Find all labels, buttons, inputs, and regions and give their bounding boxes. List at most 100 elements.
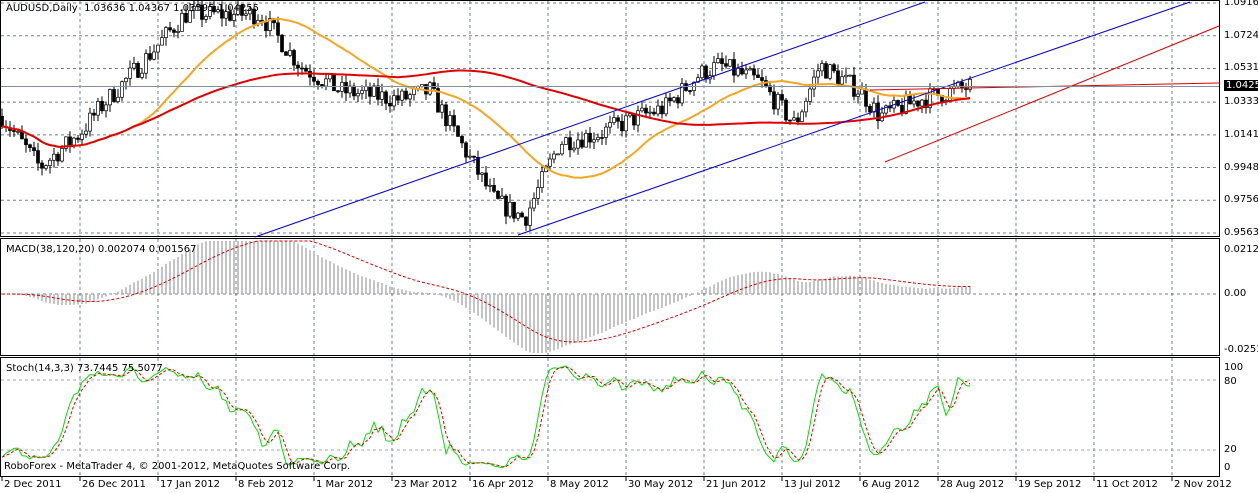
candle-body (716, 58, 720, 64)
indicator-tick: 0 (1224, 462, 1231, 473)
candle-body (384, 91, 388, 104)
candle-body (660, 105, 664, 115)
candle-body (440, 104, 444, 113)
candle-body (460, 136, 464, 144)
candle-body (40, 162, 44, 169)
candle-body (112, 89, 116, 102)
candle-body (608, 122, 612, 128)
candle-body (672, 97, 676, 102)
candle-body (820, 63, 824, 72)
candle-body (92, 112, 96, 116)
candle-body (168, 27, 172, 31)
candle-body (728, 59, 732, 67)
candle-body (776, 94, 780, 110)
candle-body (560, 143, 564, 155)
date-tick: 2 Dec 2011 (4, 479, 62, 490)
candle-body (844, 74, 848, 78)
candle-body (48, 159, 52, 166)
candle-body (828, 64, 832, 79)
candle-body (44, 165, 48, 169)
candle-body (496, 190, 500, 199)
chart-window[interactable]: AUDUSD,Daily 1.03636 1.04367 1.03595 1.0… (0, 0, 1258, 493)
candle-body (488, 184, 492, 187)
candle-body (552, 153, 556, 160)
candle-body (444, 104, 448, 126)
candle-body (752, 68, 756, 76)
candle-body (524, 216, 528, 226)
candle-body (592, 139, 596, 143)
candle-body (324, 78, 328, 87)
candle-body (76, 137, 80, 140)
candle-body (516, 212, 520, 219)
candle-body (312, 76, 316, 82)
candle-body (480, 172, 484, 175)
candle-body (800, 111, 804, 122)
candle-body (148, 53, 152, 60)
candle-body (412, 88, 416, 96)
candle-body (376, 85, 380, 100)
date-tick: 23 Mar 2012 (394, 479, 458, 490)
date-tick: 1 Mar 2012 (316, 479, 374, 490)
candle-body (344, 82, 348, 94)
candle-body (628, 113, 632, 117)
candle-body (616, 117, 620, 122)
date-tick: 6 Aug 2012 (862, 479, 920, 490)
candle-body (176, 31, 180, 33)
candle-body (464, 142, 468, 158)
date-tick: 30 May 2012 (628, 479, 694, 490)
candle-body (32, 147, 36, 151)
candle-body (640, 107, 644, 112)
candle-body (404, 90, 408, 100)
candle-body (96, 101, 100, 116)
candle-body (164, 27, 168, 38)
candle-body (740, 68, 744, 75)
candle-body (296, 64, 300, 69)
candle-body (684, 83, 688, 91)
ma-slow-line (1, 69, 971, 148)
macd-signal-line (1, 240, 971, 343)
candle-body (580, 139, 584, 148)
candle-body (0, 115, 4, 127)
candle-body (920, 99, 924, 107)
candle-body (624, 115, 628, 132)
ohlc-values: 1.03636 1.04367 1.03595 1.04255 (84, 3, 260, 14)
candle-body (56, 153, 60, 162)
candle-body (336, 90, 340, 93)
price-tick: 1.05315 (1224, 62, 1258, 74)
indicator-tick: 0.00 (1224, 288, 1247, 299)
indicator-tick: 100 (1224, 362, 1244, 373)
candle-body (856, 93, 860, 97)
price-tick: 1.09165 (1224, 0, 1258, 8)
candle-body (632, 113, 636, 126)
candle-body (156, 44, 160, 53)
price-tick: 0.97560 (1224, 194, 1258, 206)
candle-body (796, 117, 800, 122)
candle-body (700, 65, 704, 79)
candle-body (664, 97, 668, 115)
indicator-tick: 80 (1224, 376, 1237, 387)
candle-body (16, 130, 20, 133)
candle-body (644, 107, 648, 114)
candle-body (484, 172, 488, 187)
candle-body (564, 137, 568, 145)
candle-body (788, 119, 792, 122)
candle-body (144, 53, 148, 74)
candle-body (792, 117, 796, 121)
candle-body (456, 125, 460, 137)
candle-body (360, 90, 364, 94)
candle-body (396, 95, 400, 101)
copyright-footer: RoboForex - MetaTrader 4, © 2001-2012, M… (4, 461, 351, 472)
candle-body (648, 111, 652, 114)
candle-body (408, 94, 412, 100)
candle-body (512, 201, 516, 219)
candle-body (548, 158, 552, 167)
candle-body (676, 97, 680, 104)
date-tick: 19 Sep 2012 (1018, 479, 1082, 490)
candle-body (760, 77, 764, 81)
symbol-label: AUDUSD,Daily 1.03636 1.04367 1.03595 1.0… (6, 3, 259, 14)
candle-body (428, 82, 432, 95)
candle-body (808, 88, 812, 102)
candle-body (504, 195, 508, 217)
candle-body (604, 126, 608, 138)
candle-body (468, 155, 472, 158)
